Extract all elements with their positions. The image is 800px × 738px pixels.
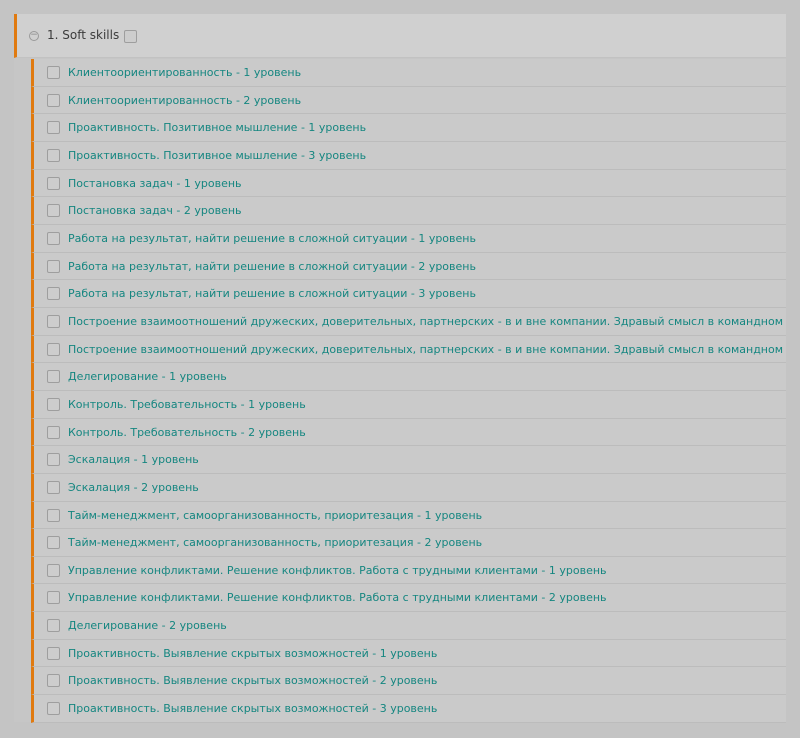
item-label[interactable]: Проактивность. Выявление скрытых возможн… <box>68 674 437 687</box>
item-label[interactable]: Контроль. Требовательность - 1 уровень <box>68 398 306 411</box>
list-item[interactable]: Проактивность. Выявление скрытых возможн… <box>31 695 786 723</box>
list-item[interactable]: Работа на результат, найти решение в сло… <box>31 224 786 253</box>
item-label[interactable]: Управление конфликтами. Решение конфликт… <box>68 564 607 577</box>
list-item[interactable]: Постановка задач - 1 уровень <box>31 169 786 198</box>
item-checkbox[interactable] <box>47 480 60 494</box>
item-label[interactable]: Эскалация - 2 уровень <box>68 481 199 494</box>
item-label[interactable]: Управление конфликтами. Решение конфликт… <box>68 591 607 604</box>
group-checkbox[interactable] <box>124 30 137 43</box>
group-title: 1. Soft skills <box>47 28 120 42</box>
item-checkbox[interactable] <box>47 121 60 135</box>
list-item[interactable]: Проактивность. Выявление скрытых возможн… <box>31 667 786 696</box>
item-label[interactable]: Проактивность. Выявление скрытых возможн… <box>68 647 437 660</box>
item-checkbox[interactable] <box>47 231 60 245</box>
list-item[interactable]: Клиентоориентированность - 1 уровень <box>31 59 786 87</box>
item-label[interactable]: Контроль. Требовательность - 2 уровень <box>68 426 306 439</box>
item-checkbox[interactable] <box>47 508 60 522</box>
item-checkbox[interactable] <box>47 66 60 79</box>
item-label[interactable]: Работа на результат, найти решение в сло… <box>68 232 476 245</box>
list-item[interactable]: Построение взаимоотношений дружеских, до… <box>31 335 786 364</box>
list-item[interactable]: Тайм-менеджмент, самоорганизованность, п… <box>31 529 786 557</box>
item-checkbox[interactable] <box>47 702 60 716</box>
item-checkbox[interactable] <box>47 453 60 467</box>
item-checkbox[interactable] <box>47 176 60 190</box>
item-checkbox[interactable] <box>47 619 60 633</box>
item-label[interactable]: Делегирование - 2 уровень <box>68 619 227 632</box>
item-checkbox[interactable] <box>47 342 60 356</box>
item-checkbox[interactable] <box>47 591 60 605</box>
item-label[interactable]: Постановка задач - 1 уровень <box>68 177 242 190</box>
list-item[interactable]: Работа на результат, найти решение в сло… <box>31 252 786 281</box>
item-checkbox[interactable] <box>47 287 60 301</box>
item-label[interactable]: Клиентоориентированность - 1 уровень <box>68 66 301 79</box>
list-item[interactable]: Делегирование - 1 уровень <box>31 363 786 391</box>
item-label[interactable]: Клиентоориентированность - 2 уровень <box>68 94 301 107</box>
item-checkbox[interactable] <box>47 148 60 162</box>
item-label[interactable]: Проактивность. Позитивное мышление - 3 у… <box>68 149 366 162</box>
item-checkbox[interactable] <box>47 563 60 577</box>
list-item[interactable]: Контроль. Требовательность - 2 уровень <box>31 418 786 447</box>
item-label[interactable]: Работа на результат, найти решение в сло… <box>68 287 476 300</box>
item-label[interactable]: Построение взаимоотношений дружеских, до… <box>68 315 783 328</box>
list-item[interactable]: Контроль. Требовательность - 1 уровень <box>31 390 786 419</box>
list-item[interactable]: Делегирование - 2 уровень <box>31 612 786 640</box>
item-checkbox[interactable] <box>47 674 60 688</box>
skills-panel: − 1. Soft skills Клиентоориентированност… <box>14 14 786 723</box>
skill-list: Клиентоориентированность - 1 уровень Клие… <box>31 59 786 723</box>
list-item[interactable]: Построение взаимоотношений дружеских, до… <box>31 307 786 336</box>
list-item[interactable]: Клиентоориентированность - 2 уровень <box>31 86 786 115</box>
list-item[interactable]: Тайм-менеджмент, самоорганизованность, п… <box>31 501 786 530</box>
item-label[interactable]: Построение взаимоотношений дружеских, до… <box>68 343 783 356</box>
item-checkbox[interactable] <box>47 536 60 550</box>
item-label[interactable]: Делегирование - 1 уровень <box>68 370 227 383</box>
item-checkbox[interactable] <box>47 370 60 384</box>
item-checkbox[interactable] <box>47 425 60 439</box>
item-label[interactable]: Тайм-менеджмент, самоорганизованность, п… <box>68 536 482 549</box>
item-label[interactable]: Постановка задач - 2 уровень <box>68 204 242 217</box>
list-item[interactable]: Эскалация - 1 уровень <box>31 446 786 474</box>
item-label[interactable]: Проактивность. Выявление скрытых возможн… <box>68 702 437 715</box>
item-checkbox[interactable] <box>47 259 60 273</box>
item-checkbox[interactable] <box>47 204 60 218</box>
collapse-icon[interactable]: − <box>29 31 39 41</box>
list-item[interactable]: Проактивность. Позитивное мышление - 3 у… <box>31 141 786 170</box>
list-item[interactable]: Эскалация - 2 уровень <box>31 473 786 502</box>
group-header-soft-skills[interactable]: − 1. Soft skills <box>14 14 786 58</box>
list-item[interactable]: Проактивность. Позитивное мышление - 1 у… <box>31 114 786 142</box>
item-checkbox[interactable] <box>47 93 60 107</box>
list-item[interactable]: Управление конфликтами. Решение конфликт… <box>31 584 786 613</box>
list-item[interactable]: Работа на результат, найти решение в сло… <box>31 280 786 308</box>
list-item[interactable]: Проактивность. Выявление скрытых возможн… <box>31 639 786 668</box>
list-item[interactable]: Управление конфликтами. Решение конфликт… <box>31 556 786 585</box>
item-label[interactable]: Проактивность. Позитивное мышление - 1 у… <box>68 121 366 134</box>
item-label[interactable]: Работа на результат, найти решение в сло… <box>68 260 476 273</box>
item-checkbox[interactable] <box>47 397 60 411</box>
item-label[interactable]: Тайм-менеджмент, самоорганизованность, п… <box>68 509 482 522</box>
item-checkbox[interactable] <box>47 646 60 660</box>
list-item[interactable]: Постановка задач - 2 уровень <box>31 197 786 225</box>
item-label[interactable]: Эскалация - 1 уровень <box>68 453 199 466</box>
item-checkbox[interactable] <box>47 314 60 328</box>
